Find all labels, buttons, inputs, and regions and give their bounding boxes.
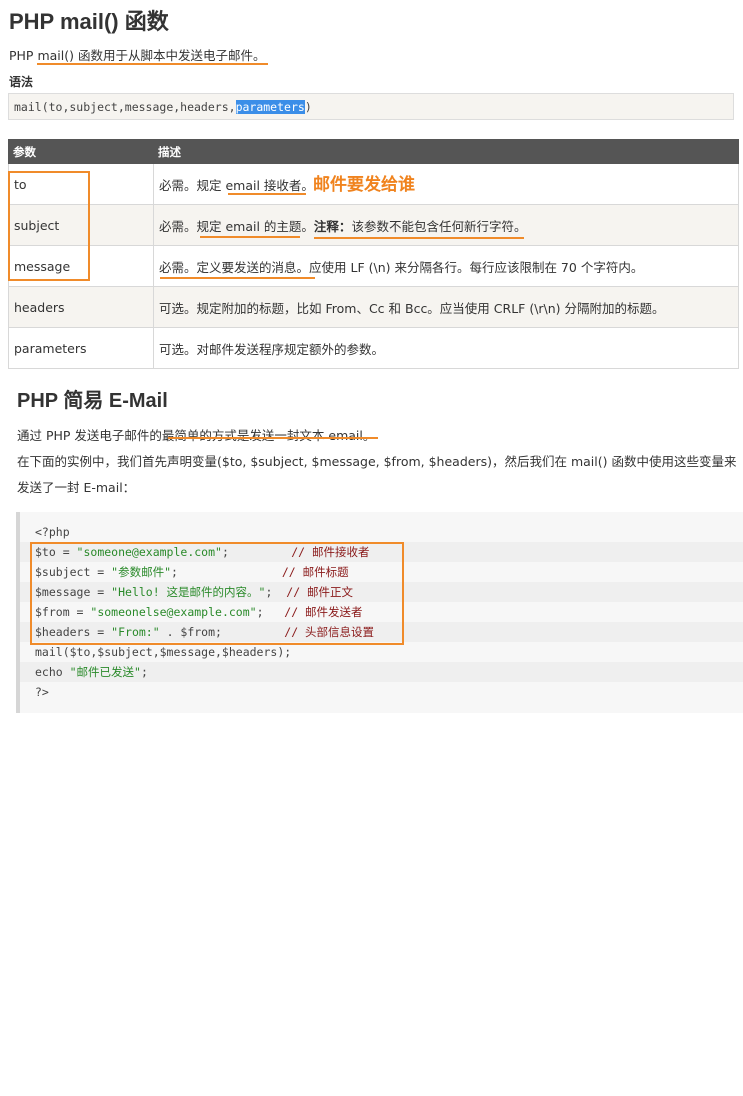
annotation-underline <box>168 437 378 439</box>
note-label: 注释： <box>313 218 352 234</box>
section-title: PHP 简易 E-Mail <box>17 390 168 412</box>
desc-cell: 必需。定义要发送的消息。应使用 LF (\n) 来分隔各行。每行应该限制在 70… <box>153 245 739 287</box>
params-highlight-box <box>8 171 90 281</box>
code-token-plain: ?> <box>35 685 49 699</box>
desc-cell: 可选。对邮件发送程序规定额外的参数。 <box>153 327 739 369</box>
code-line: <?php <box>35 522 70 542</box>
code-line: ?> <box>35 682 49 702</box>
table-row: subject 必需。规定 email 的主题。注释：该参数不能包含任何新行字符… <box>8 204 739 246</box>
note-text: 该参数不能包含任何新行字符。 <box>351 218 527 234</box>
code-token-plain: echo <box>35 665 70 679</box>
code-line: echo "邮件已发送"; <box>20 662 743 682</box>
table-row: parameters 可选。对邮件发送程序规定额外的参数。 <box>8 327 739 369</box>
page: PHP mail() 函数 PHP mail() 函数用于从脚本中发送电子邮件。… <box>0 0 743 1096</box>
table-row: message 必需。定义要发送的消息。应使用 LF (\n) 来分隔各行。每行… <box>8 245 739 287</box>
code-token-str: "邮件已发送" <box>69 665 141 679</box>
param-cell: parameters <box>8 327 154 369</box>
annotation-underline <box>200 236 300 238</box>
table-header-param: 参数 <box>8 139 154 164</box>
syntax-code-before: mail(to,subject,message,headers, <box>14 100 236 114</box>
annotation-underline <box>228 193 306 195</box>
section-paragraph: 在下面的实例中，我们首先声明变量($to, $subject, $message… <box>17 454 737 469</box>
desc-cell: 必需。规定 email 的主题。注释：该参数不能包含任何新行字符。 <box>153 204 739 246</box>
table-row: headers 可选。规定附加的标题，比如 From、Cc 和 Bcc。应当使用… <box>8 286 739 328</box>
code-line: mail($to,$subject,$message,$headers); <box>35 642 291 662</box>
desc-text: 必需。规定 email 的主题。 <box>159 218 314 234</box>
intro-text: PHP mail() 函数用于从脚本中发送电子邮件。 <box>9 48 266 63</box>
param-cell: headers <box>8 286 154 328</box>
annotation-text: 邮件要发给谁 <box>313 175 415 195</box>
code-highlight-box <box>30 542 404 645</box>
page-title: PHP mail() 函数 <box>9 9 169 34</box>
intro-highlight-underline <box>37 63 268 65</box>
section-paragraph: 通过 PHP 发送电子邮件的最简单的方式是发送一封文本 email。 <box>17 428 376 443</box>
code-token-plain: ; <box>140 665 148 679</box>
syntax-selected-text[interactable]: parameters <box>235 100 305 114</box>
code-token-plain: <?php <box>35 525 70 539</box>
syntax-code-after: ) <box>304 100 312 114</box>
annotation-underline <box>160 277 315 279</box>
annotation-underline <box>314 237 524 239</box>
desc-cell: 必需。规定 email 接收者。 <box>153 163 739 205</box>
syntax-code-box[interactable]: mail(to,subject,message,headers,paramete… <box>8 93 734 120</box>
table-header-row: 参数 描述 <box>8 139 739 164</box>
section-paragraph: 发送了一封 E-mail： <box>17 480 136 495</box>
table-header-desc: 描述 <box>153 139 739 164</box>
desc-cell: 可选。规定附加的标题，比如 From、Cc 和 Bcc。应当使用 CRLF (\… <box>153 286 739 328</box>
code-token-plain: mail($to,$subject,$message,$headers); <box>35 645 292 659</box>
syntax-heading: 语法 <box>9 75 34 89</box>
